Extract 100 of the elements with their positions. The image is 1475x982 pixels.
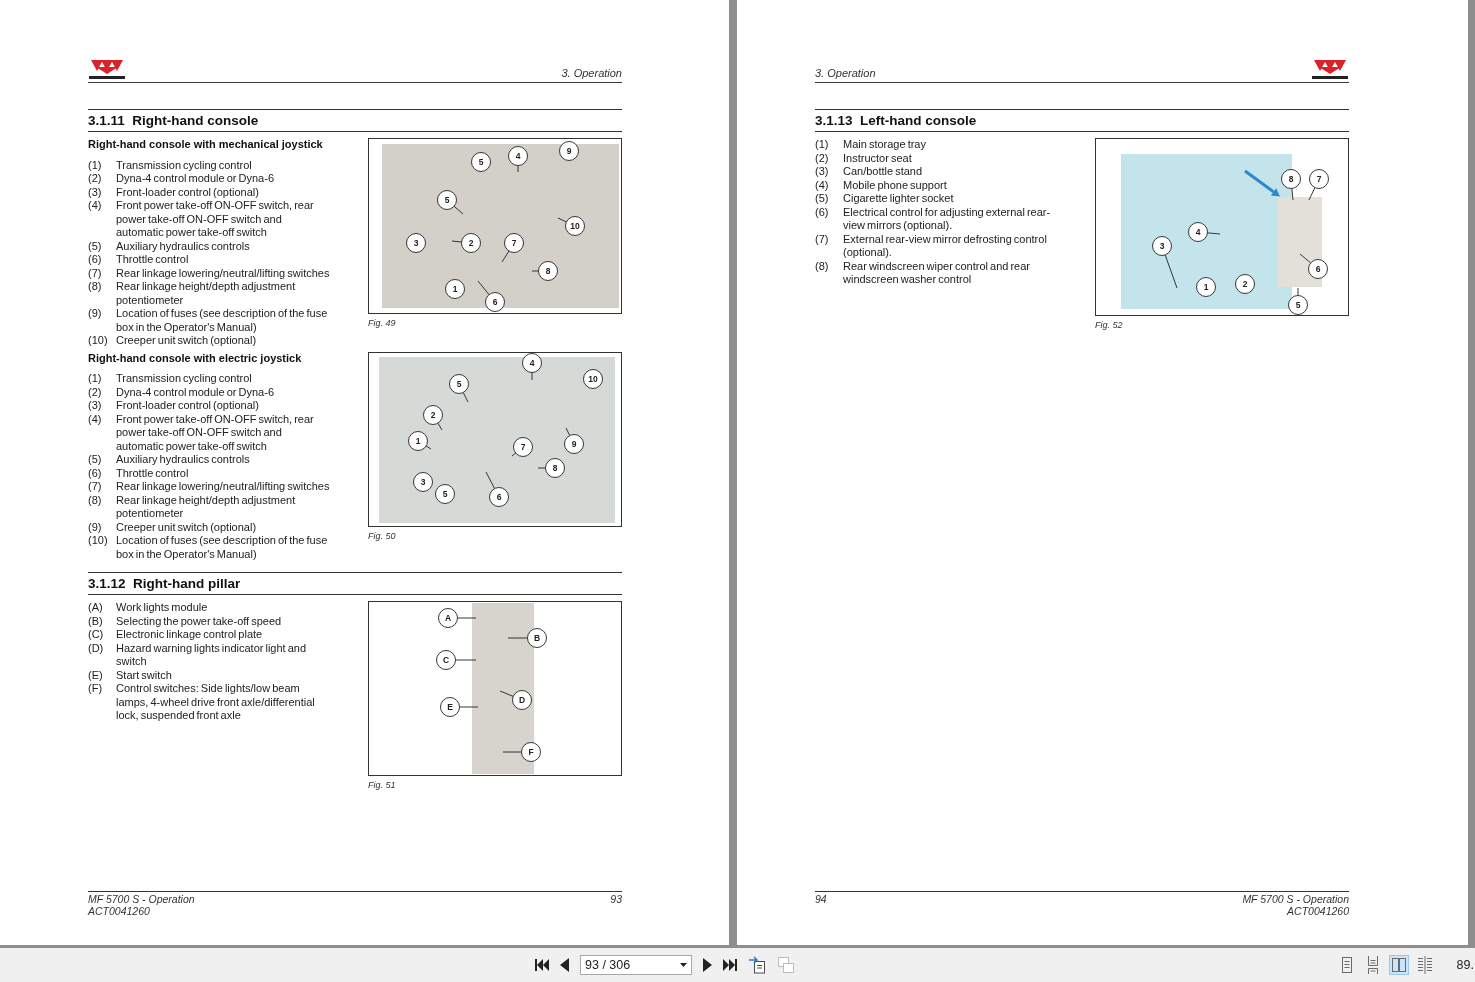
figure-caption: Fig. 51 — [368, 780, 396, 791]
leader-line — [499, 690, 514, 697]
item-marker: (1) — [88, 158, 103, 172]
page-number: 93 — [610, 893, 622, 905]
section-heading: 3.1.11 Right-hand console — [88, 112, 259, 129]
callout-number: 5 — [1288, 295, 1308, 315]
two-page-icon[interactable] — [1388, 955, 1409, 975]
callout-number: 6 — [1308, 259, 1328, 279]
item-marker: (6) — [88, 466, 103, 480]
item-text: Auxiliary hydraulics controls — [116, 239, 251, 253]
document-id: ACT0041260 — [88, 905, 150, 917]
caret-icon[interactable] — [680, 963, 687, 967]
item-marker: (5) — [88, 453, 103, 467]
leader-line — [457, 617, 477, 619]
callout-number: 4 — [1188, 222, 1208, 242]
chapter-title: 3. Operation — [815, 67, 876, 80]
item-marker: (9) — [88, 307, 103, 321]
previous-page-icon[interactable] — [560, 958, 569, 972]
item-marker: (6) — [815, 205, 830, 220]
item-text: Location of fuses (see description of the fuse box in the Operator's Manual) — [116, 534, 329, 561]
callout-number: 5 — [437, 190, 457, 210]
item-text: Control switches: Side lights/low beam lamps, 4-wheel drive front axle/differential lock, suspended front axle — [116, 682, 316, 723]
item-marker: (1) — [815, 138, 830, 152]
item-text: Main storage tray — [843, 138, 927, 152]
subsection-heading: Right-hand console with electric joystick — [88, 351, 303, 365]
leader-line — [485, 471, 496, 489]
pointer-arrow — [1244, 169, 1280, 197]
first-page-icon[interactable] — [535, 958, 549, 972]
leader-line — [462, 391, 469, 402]
triangle-logo — [1311, 58, 1349, 80]
item-text: Electrical control for adjusting external rear-view mirrors (optional). — [843, 205, 1052, 233]
callout-number: C — [436, 650, 456, 670]
leader-line — [437, 422, 443, 430]
item-marker: (7) — [88, 480, 103, 494]
item-text: Start switch — [116, 668, 173, 682]
triangle-logo — [88, 58, 126, 80]
leader-line — [453, 205, 464, 215]
item-marker: (E) — [88, 668, 104, 682]
item-marker: (3) — [815, 165, 830, 179]
item-marker: (F) — [88, 682, 104, 696]
callout-number: 2 — [423, 404, 443, 425]
item-marker: (5) — [815, 192, 830, 206]
item-marker: (6) — [88, 253, 103, 267]
callout-number: 8 — [538, 261, 558, 281]
item-text: Instructor seat — [843, 151, 913, 165]
item-text: Rear linkage height/depth adjustment potentiometer — [116, 493, 297, 521]
zoom-field[interactable]: 89. — [1456, 958, 1474, 972]
item-text: Auxiliary hydraulics controls — [116, 453, 251, 467]
item-marker: (8) — [88, 280, 103, 294]
item-text: Work lights module — [116, 601, 209, 615]
callout-number: A — [438, 608, 458, 628]
item-text: Dyna-4 control module or Dyna-6 — [116, 385, 276, 399]
item-text: Front power take-off ON-OFF switch, rear power take-off ON-OFF switch and automatic power take-off switch — [116, 412, 315, 453]
callout-number: 1 — [408, 430, 428, 451]
item-marker: (3) — [88, 399, 103, 413]
item-text: Front power take-off ON-OFF switch, rear power take-off ON-OFF switch and automatic power take-off switch — [116, 199, 315, 240]
item-marker: (D) — [88, 641, 105, 656]
callout-number: 9 — [559, 141, 579, 161]
item-text: Throttle control — [116, 253, 190, 267]
leader-line — [507, 637, 528, 639]
item-text: External rear-view mirror defrosting control (optional). — [843, 232, 1048, 260]
item-text: Selecting the power take-off speed — [116, 614, 283, 628]
callout-number: 1 — [445, 279, 465, 299]
item-text: Transmission cycling control — [116, 158, 253, 172]
subsection-heading: Right-hand console with mechanical joystick — [88, 138, 324, 152]
leader-line — [1308, 187, 1316, 201]
next-page-icon[interactable] — [703, 958, 712, 972]
callout-number: E — [440, 697, 460, 717]
item-marker: (9) — [88, 520, 103, 534]
item-text: Can/bottle stand — [843, 165, 924, 179]
item-marker: (1) — [88, 372, 103, 386]
callout-number: 2 — [461, 233, 481, 253]
callout-number: 7 — [513, 436, 533, 457]
leader-line — [501, 250, 510, 263]
item-marker: (10) — [88, 534, 109, 548]
item-marker: (2) — [88, 172, 103, 186]
leader-line — [1297, 287, 1299, 296]
figure-caption: Fig. 50 — [368, 530, 396, 542]
item-text: Front-loader control (optional) — [116, 399, 260, 413]
item-text: Rear linkage lowering/neutral/lifting switches — [116, 266, 331, 280]
footer-title: MF 5700 S - Operation — [88, 893, 195, 905]
page-swap-icon[interactable] — [748, 956, 766, 974]
callout-number: 3 — [413, 471, 433, 492]
leader-line — [537, 467, 546, 468]
leader-line — [531, 371, 533, 380]
last-page-icon[interactable] — [723, 958, 737, 972]
item-marker: (3) — [88, 185, 103, 199]
callout-number: 3 — [406, 233, 426, 253]
item-text: Rear windscreen wiper control and rear windscreen washer control — [843, 259, 1031, 287]
footer-title: MF 5700 S - Operation — [1242, 893, 1349, 905]
figure-caption: Fig. 49 — [368, 318, 396, 329]
document-id: ACT0041260 — [1287, 905, 1349, 917]
item-marker: (7) — [88, 266, 103, 280]
callout-number: 2 — [1235, 274, 1255, 294]
callout-number: 4 — [508, 146, 528, 166]
item-text: Electronic linkage control plate — [116, 628, 264, 642]
leader-line — [459, 706, 479, 708]
callout-number: 5 — [435, 483, 455, 504]
page-field[interactable]: 93 / 306 — [580, 955, 692, 975]
item-marker: (8) — [815, 259, 830, 274]
